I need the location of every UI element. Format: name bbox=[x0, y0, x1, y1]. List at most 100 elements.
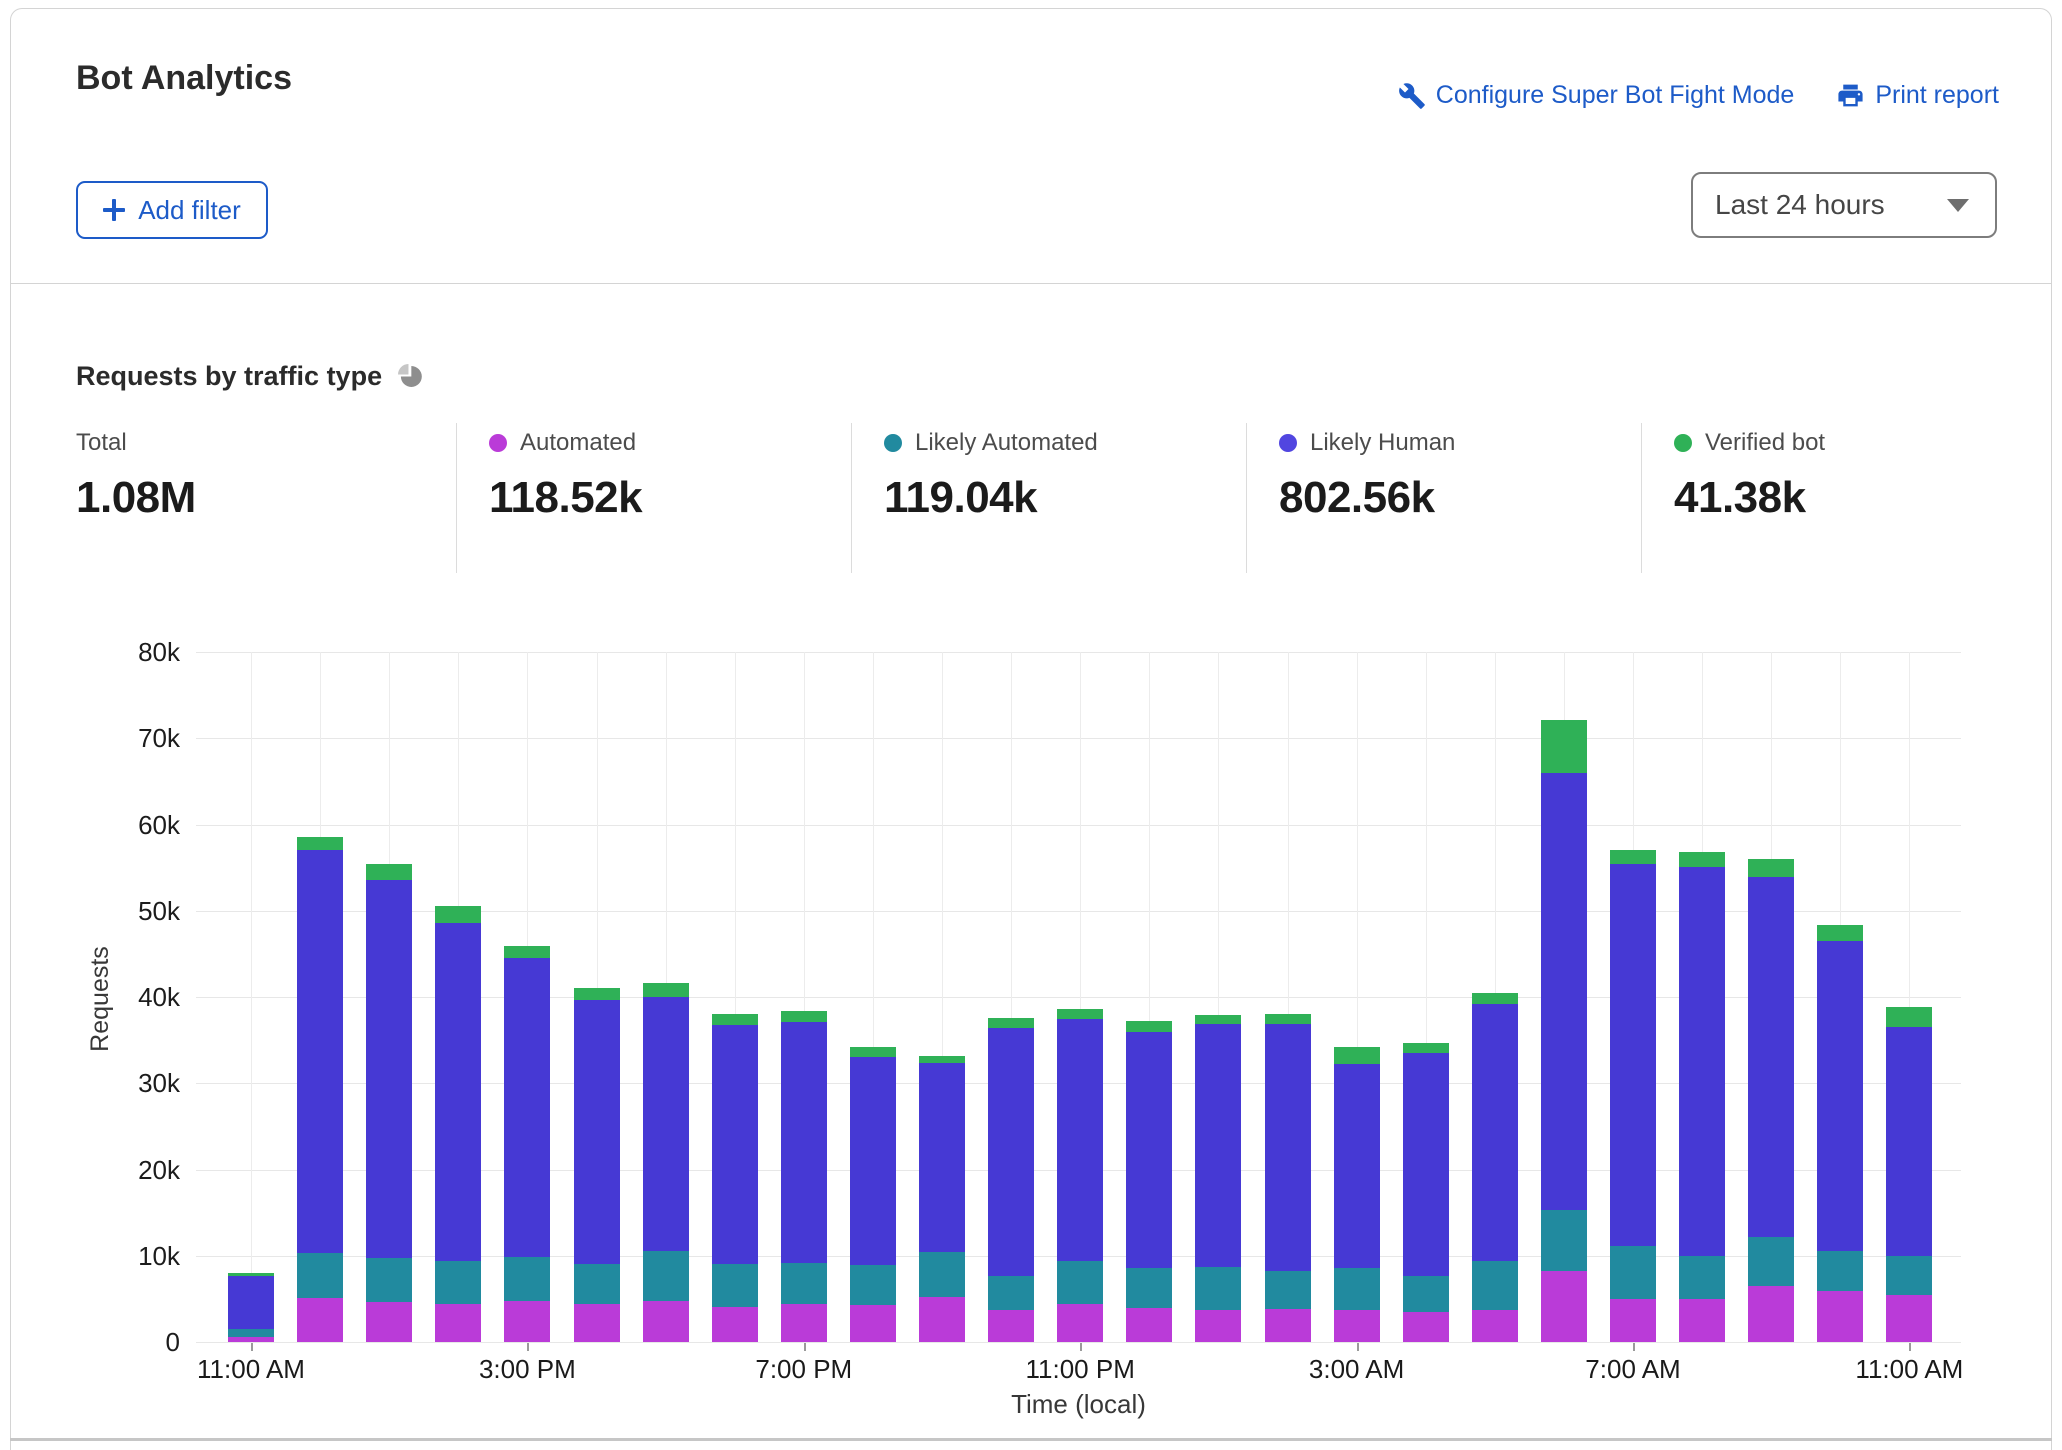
bar-8-00-am bbox=[1679, 852, 1725, 1342]
segment-likely-automated bbox=[297, 1253, 343, 1298]
bar-9-00-pm bbox=[919, 1056, 965, 1342]
segment-verified-bot bbox=[712, 1014, 758, 1025]
add-filter-button[interactable]: Add filter bbox=[76, 181, 268, 239]
segment-automated bbox=[850, 1305, 896, 1342]
print-report-link[interactable]: Print report bbox=[1836, 81, 1999, 110]
segment-automated bbox=[988, 1310, 1034, 1342]
bar-7-00-pm bbox=[781, 1011, 827, 1342]
bar-3-00-pm bbox=[504, 946, 550, 1342]
stat-total-value: 1.08M bbox=[76, 473, 456, 523]
segment-likely-automated bbox=[574, 1264, 620, 1305]
y-tick-label: 10k bbox=[90, 1240, 180, 1272]
stat-total: Total 1.08M bbox=[76, 423, 456, 573]
automated-legend-dot bbox=[489, 434, 507, 452]
bar-6-00-pm bbox=[712, 1014, 758, 1342]
configure-super-bot-fight-mode-link[interactable]: Configure Super Bot Fight Mode bbox=[1398, 81, 1795, 110]
x-tick-mark bbox=[804, 1343, 806, 1351]
plus-icon bbox=[103, 199, 125, 221]
stat-likely-human-value: 802.56k bbox=[1279, 473, 1641, 523]
segment-likely-automated bbox=[504, 1257, 550, 1302]
segment-likely-automated bbox=[712, 1264, 758, 1306]
segment-likely-human bbox=[1472, 1004, 1518, 1261]
segment-automated bbox=[435, 1304, 481, 1342]
stat-total-label: Total bbox=[76, 429, 127, 457]
segment-automated bbox=[1886, 1295, 1932, 1342]
x-tick-label: 11:00 AM bbox=[1814, 1354, 2004, 1385]
bar-5-00-pm bbox=[643, 983, 689, 1342]
segment-verified-bot bbox=[988, 1018, 1034, 1028]
segment-verified-bot bbox=[781, 1011, 827, 1022]
segment-verified-bot bbox=[1679, 852, 1725, 867]
y-tick-label: 80k bbox=[90, 636, 180, 668]
segment-automated bbox=[919, 1297, 965, 1342]
segment-verified-bot bbox=[1057, 1009, 1103, 1018]
segment-verified-bot bbox=[1195, 1015, 1241, 1024]
stat-likely-human[interactable]: Likely Human 802.56k bbox=[1246, 423, 1641, 573]
segment-likely-automated bbox=[228, 1329, 274, 1337]
segment-likely-human bbox=[1817, 941, 1863, 1251]
y-tick-label: 20k bbox=[90, 1154, 180, 1186]
segment-verified-bot bbox=[574, 988, 620, 999]
bar-6-00-am bbox=[1541, 720, 1587, 1342]
segment-verified-bot bbox=[1265, 1014, 1311, 1023]
segment-verified-bot bbox=[297, 837, 343, 849]
likely-human-legend-dot bbox=[1279, 434, 1297, 452]
segment-verified-bot bbox=[850, 1047, 896, 1057]
segment-likely-human bbox=[1541, 773, 1587, 1210]
bar-8-00-pm bbox=[850, 1047, 896, 1342]
stat-verified-bot[interactable]: Verified bot 41.38k bbox=[1641, 423, 1999, 573]
segment-verified-bot bbox=[1541, 720, 1587, 773]
segment-likely-automated bbox=[1748, 1237, 1794, 1286]
bar-3-00-am bbox=[1334, 1047, 1380, 1342]
segment-likely-automated bbox=[1886, 1256, 1932, 1296]
requests-by-traffic-type-chart: Requests 010k20k30k40k50k60k70k80k11:00 … bbox=[196, 652, 1961, 1342]
page-title: Bot Analytics bbox=[76, 59, 292, 98]
bar-10-00-am bbox=[1817, 925, 1863, 1342]
segment-likely-human bbox=[1334, 1064, 1380, 1268]
segment-likely-automated bbox=[1610, 1246, 1656, 1299]
segment-automated bbox=[1817, 1291, 1863, 1342]
segment-likely-human bbox=[297, 850, 343, 1254]
x-tick-label: 11:00 AM bbox=[156, 1354, 346, 1385]
segment-likely-human bbox=[781, 1022, 827, 1263]
bar-1-00-am bbox=[1195, 1015, 1241, 1342]
segment-likely-automated bbox=[1541, 1210, 1587, 1271]
segment-automated bbox=[1679, 1299, 1725, 1342]
segment-likely-automated bbox=[1195, 1267, 1241, 1310]
verified-bot-legend-dot bbox=[1674, 434, 1692, 452]
segment-automated bbox=[1126, 1308, 1172, 1342]
segment-likely-automated bbox=[1057, 1261, 1103, 1304]
x-tick-label: 11:00 PM bbox=[985, 1354, 1175, 1385]
stat-likely-human-label: Likely Human bbox=[1310, 429, 1455, 457]
segment-verified-bot bbox=[1126, 1021, 1172, 1032]
segment-likely-human bbox=[1195, 1024, 1241, 1267]
segment-likely-automated bbox=[366, 1258, 412, 1302]
bot-analytics-card: Bot Analytics Configure Super Bot Fight … bbox=[10, 8, 2052, 1450]
segment-automated bbox=[1195, 1310, 1241, 1342]
segment-likely-automated bbox=[988, 1276, 1034, 1311]
bar-12-00-pm bbox=[297, 837, 343, 1342]
segment-likely-human bbox=[228, 1276, 274, 1329]
x-axis-title: Time (local) bbox=[196, 1389, 1961, 1420]
segment-likely-human bbox=[1886, 1027, 1932, 1256]
y-tick-label: 50k bbox=[90, 895, 180, 927]
segment-likely-automated bbox=[781, 1263, 827, 1304]
stat-likely-automated[interactable]: Likely Automated 119.04k bbox=[851, 423, 1246, 573]
segment-likely-human bbox=[1748, 877, 1794, 1237]
bar-11-00-pm bbox=[1057, 1009, 1103, 1342]
stat-likely-automated-label: Likely Automated bbox=[915, 429, 1098, 457]
bar-7-00-am bbox=[1610, 850, 1656, 1342]
y-tick-label: 30k bbox=[90, 1067, 180, 1099]
stat-likely-automated-value: 119.04k bbox=[884, 473, 1246, 523]
stat-automated[interactable]: Automated 118.52k bbox=[456, 423, 851, 573]
chevron-down-icon bbox=[1947, 199, 1969, 212]
time-range-dropdown[interactable]: Last 24 hours bbox=[1691, 172, 1997, 238]
stat-automated-label: Automated bbox=[520, 429, 636, 457]
segment-likely-automated bbox=[1817, 1251, 1863, 1292]
segment-verified-bot bbox=[1403, 1043, 1449, 1053]
segment-automated bbox=[228, 1337, 274, 1342]
segment-likely-automated bbox=[1403, 1276, 1449, 1311]
segment-likely-automated bbox=[1126, 1268, 1172, 1309]
header-divider bbox=[11, 283, 2051, 284]
segment-automated bbox=[1265, 1309, 1311, 1342]
